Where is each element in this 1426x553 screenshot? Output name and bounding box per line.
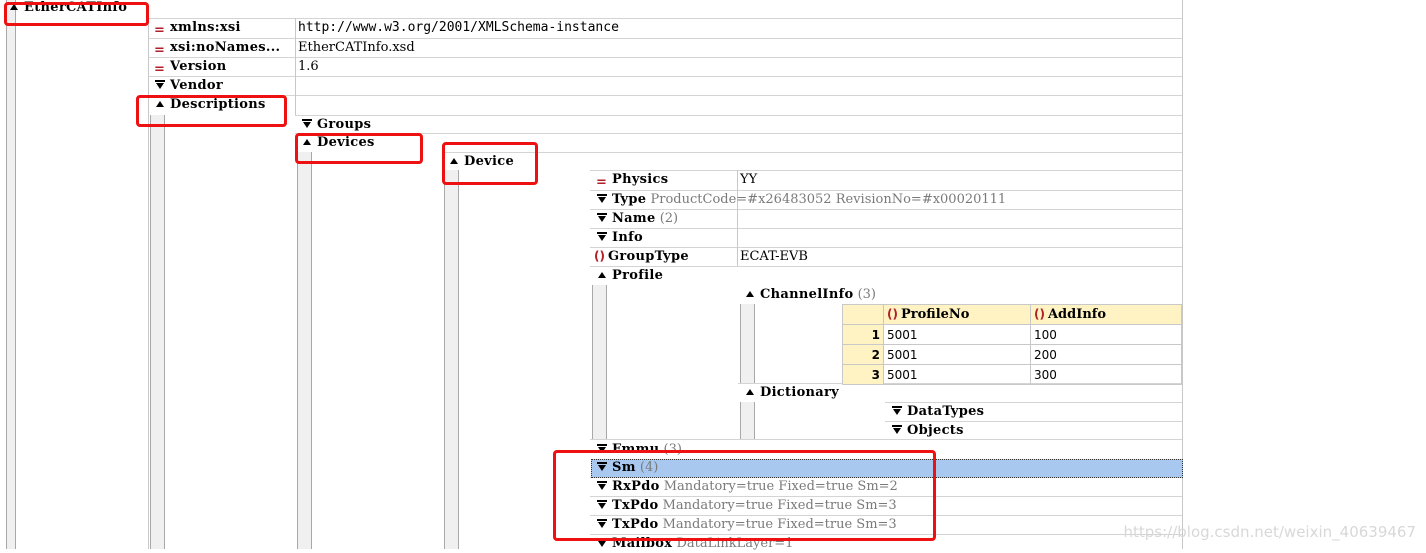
collapse-arrow-icon[interactable] bbox=[596, 193, 608, 205]
attribute-name: Version bbox=[170, 59, 227, 74]
column-header[interactable]: () AddInfo bbox=[1030, 304, 1182, 325]
annotation-box-descriptions bbox=[136, 95, 287, 127]
expand-rail-ethercatinfo bbox=[6, 0, 16, 549]
row-separator bbox=[590, 170, 1182, 171]
table-cell[interactable]: 300 bbox=[1030, 364, 1182, 385]
row-index: 1 bbox=[842, 324, 884, 345]
column-divider bbox=[295, 18, 296, 115]
attribute-row[interactable]: = xsi:noNames... bbox=[154, 38, 281, 58]
expand-triangle-icon[interactable] bbox=[744, 386, 756, 398]
collapse-arrow-icon[interactable] bbox=[154, 79, 166, 91]
attribute-name: xmlns:xsi bbox=[170, 20, 241, 35]
node-label: Physics bbox=[612, 172, 669, 187]
table-cell[interactable]: 5001 bbox=[883, 344, 1031, 365]
braces-icon: () bbox=[1034, 307, 1045, 321]
node-label: ChannelInfo bbox=[760, 287, 854, 302]
table-cell[interactable]: 100 bbox=[1030, 324, 1182, 345]
table-corner-cell bbox=[842, 304, 884, 325]
braces-icon: () bbox=[887, 307, 898, 321]
expand-rail-channelinfo bbox=[740, 304, 755, 383]
node-label: GroupType bbox=[607, 249, 689, 264]
table-header-row: () ProfileNo () AddInfo bbox=[842, 304, 1182, 325]
column-header-label: ProfileNo bbox=[900, 307, 970, 322]
column-header[interactable]: () ProfileNo bbox=[883, 304, 1031, 325]
node-label: Profile bbox=[612, 268, 664, 283]
braces-icon: () bbox=[594, 249, 605, 263]
node-label: Name bbox=[612, 211, 656, 226]
expand-triangle-icon[interactable] bbox=[596, 269, 608, 281]
row-index: 2 bbox=[842, 344, 884, 365]
table-row[interactable]: 3 5001 300 bbox=[842, 364, 1182, 385]
equals-icon: = bbox=[596, 174, 607, 190]
node-value[interactable]: YY bbox=[740, 170, 757, 189]
node-count: (2) bbox=[659, 211, 679, 226]
node-label: Objects bbox=[907, 423, 964, 438]
tree-node-info[interactable]: Info bbox=[596, 228, 643, 247]
node-count: (3) bbox=[857, 287, 876, 302]
attribute-value[interactable]: http://www.w3.org/2001/XMLSchema-instanc… bbox=[298, 18, 619, 37]
tree-node-vendor[interactable]: Vendor bbox=[154, 76, 223, 95]
tree-node-channelinfo[interactable]: ChannelInfo (3) bbox=[744, 285, 876, 304]
node-label: Type bbox=[612, 192, 647, 207]
channelinfo-table: () ProfileNo () AddInfo 1 5001 100 2 5001 … bbox=[842, 304, 1182, 385]
expand-rail-device bbox=[444, 170, 459, 549]
expand-rail-dictionary bbox=[740, 402, 755, 439]
node-value[interactable]: ECAT-EVB bbox=[740, 247, 808, 266]
attribute-name: xsi:noNames... bbox=[170, 40, 281, 55]
row-separator bbox=[442, 152, 1182, 153]
tree-node-grouptype[interactable]: () GroupType bbox=[594, 247, 689, 266]
annotation-box-ethercatinfo bbox=[4, 2, 149, 26]
attribute-row[interactable]: = xmlns:xsi bbox=[154, 18, 241, 38]
row-separator bbox=[148, 95, 1182, 96]
tree-node-profile[interactable]: Profile bbox=[596, 266, 663, 285]
table-cell[interactable]: 5001 bbox=[883, 364, 1031, 385]
row-separator bbox=[590, 209, 1182, 210]
node-label: Vendor bbox=[170, 78, 224, 93]
collapse-arrow-icon[interactable] bbox=[891, 424, 903, 436]
row-separator bbox=[295, 133, 1182, 134]
table-cell[interactable]: 200 bbox=[1030, 344, 1182, 365]
node-label: Groups bbox=[317, 117, 372, 132]
row-separator bbox=[590, 228, 1182, 229]
annotation-box-sm-pdo bbox=[553, 450, 936, 541]
node-label: Info bbox=[612, 230, 643, 245]
expand-rail-descriptions bbox=[150, 115, 165, 549]
node-attributes: ProductCode=#x26483052 RevisionNo=#x0002… bbox=[650, 192, 1007, 207]
annotation-box-device bbox=[442, 142, 538, 185]
tree-node-type[interactable]: Type ProductCode=#x26483052 RevisionNo=#… bbox=[596, 190, 1006, 209]
expand-rail-devices bbox=[297, 152, 312, 549]
collapse-arrow-icon[interactable] bbox=[596, 231, 608, 243]
table-row[interactable]: 1 5001 100 bbox=[842, 324, 1182, 345]
row-index: 3 bbox=[842, 364, 884, 385]
attribute-value[interactable]: 1.6 bbox=[298, 57, 319, 76]
collapse-arrow-icon[interactable] bbox=[596, 212, 608, 224]
equals-icon: = bbox=[154, 22, 165, 38]
attribute-value[interactable]: EtherCATInfo.xsd bbox=[298, 38, 415, 57]
watermark: https://blog.csdn.net/weixin_40639467 bbox=[1123, 523, 1416, 541]
tree-node-name[interactable]: Name (2) bbox=[596, 209, 678, 228]
row-separator bbox=[148, 76, 1182, 77]
annotation-box-devices bbox=[295, 133, 423, 164]
expand-rail-profile bbox=[592, 285, 607, 439]
column-divider bbox=[737, 170, 738, 266]
table-row[interactable]: 2 5001 200 bbox=[842, 344, 1182, 365]
tree-node-datatypes[interactable]: DataTypes bbox=[891, 402, 984, 421]
node-label: DataTypes bbox=[907, 404, 985, 419]
tree-node-groups[interactable]: Groups bbox=[301, 115, 371, 134]
row-separator bbox=[295, 115, 1182, 116]
row-separator bbox=[590, 266, 1182, 267]
attribute-row[interactable]: = Version bbox=[154, 57, 227, 77]
table-cell[interactable]: 5001 bbox=[883, 324, 1031, 345]
tree-node-physics[interactable]: = Physics bbox=[596, 170, 669, 190]
equals-icon: = bbox=[154, 42, 165, 58]
node-label: Dictionary bbox=[760, 385, 840, 400]
equals-icon: = bbox=[154, 61, 165, 77]
collapse-arrow-icon[interactable] bbox=[301, 118, 313, 130]
collapse-arrow-icon[interactable] bbox=[891, 405, 903, 417]
tree-node-dictionary[interactable]: Dictionary bbox=[744, 383, 839, 402]
tree-node-objects[interactable]: Objects bbox=[891, 421, 964, 440]
expand-triangle-icon[interactable] bbox=[744, 288, 756, 300]
column-header-label: AddInfo bbox=[1047, 307, 1107, 322]
